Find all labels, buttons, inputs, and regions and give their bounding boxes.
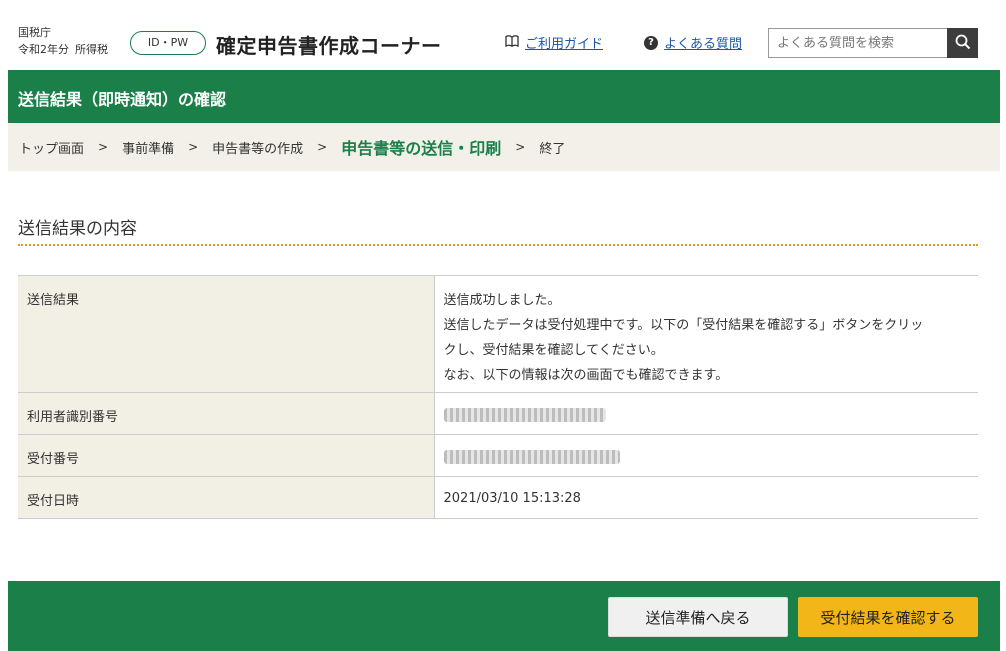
breadcrumb-step-finish: 終了 xyxy=(539,141,566,157)
confirm-receipt-button[interactable]: 受付結果を確認する xyxy=(798,597,978,637)
agency-info: 国税庁 令和2年分 所得税 xyxy=(18,24,114,58)
row-label-user-id: 利用者識別番号 xyxy=(18,392,435,435)
table-row: 利用者識別番号 xyxy=(18,392,978,435)
faq-link-label: よくある質問 xyxy=(664,37,743,52)
faq-link[interactable]: ? よくある質問 xyxy=(644,33,742,52)
chevron-right-icon: > xyxy=(515,140,526,154)
agency-name: 国税庁 xyxy=(18,26,51,39)
site-header: 国税庁 令和2年分 所得税 ID・PW 確定申告書作成コーナー ご利用ガイド ? … xyxy=(0,0,1006,70)
chevron-right-icon: > xyxy=(188,140,199,154)
auth-method-badge: ID・PW xyxy=(130,31,206,55)
user-id-value xyxy=(434,392,978,435)
section-title: 送信結果の内容 xyxy=(18,219,137,239)
row-label-receipt-number: 受付番号 xyxy=(18,434,435,477)
chevron-right-icon: > xyxy=(98,140,109,154)
receipt-datetime-value: 2021/03/10 15:13:28 xyxy=(434,476,978,519)
table-row: 受付日時 2021/03/10 15:13:28 xyxy=(18,476,978,519)
back-to-send-prep-button[interactable]: 送信準備へ戻る xyxy=(608,597,788,637)
send-result-line: クし、受付結果を確認してください。 xyxy=(443,343,664,358)
send-result-line: 送信成功しました。 xyxy=(443,293,561,308)
masked-value xyxy=(443,407,606,422)
search-button[interactable] xyxy=(947,28,978,58)
send-result-line: 送信したデータは受付処理中です。以下の「受付結果を確認する」ボタンをクリッ xyxy=(443,318,924,333)
guide-link-label: ご利用ガイド xyxy=(525,37,604,52)
send-result-message: 送信成功しました。 送信したデータは受付処理中です。以下の「受付結果を確認する」… xyxy=(434,275,978,393)
masked-value xyxy=(443,449,620,464)
app-title: 確定申告書作成コーナー xyxy=(216,34,442,58)
tax-year: 令和2年分 xyxy=(18,43,69,56)
breadcrumb-step-preparation: 事前準備 xyxy=(122,141,175,157)
page-title-bar: 送信結果（即時通知）の確認 xyxy=(8,70,1000,123)
breadcrumb-step-create: 申告書等の作成 xyxy=(212,141,304,157)
book-icon xyxy=(505,34,519,51)
breadcrumb-step-send-print: 申告書等の送信・印刷 xyxy=(341,139,502,158)
breadcrumb-step-top: トップ画面 xyxy=(19,141,85,157)
section-divider xyxy=(18,244,978,246)
send-result-line: なお、以下の情報は次の画面でも確認できます。 xyxy=(443,368,729,383)
breadcrumb: トップ画面 > 事前準備 > 申告書等の作成 > 申告書等の送信・印刷 > 終了 xyxy=(8,123,1000,171)
receipt-number-value xyxy=(434,434,978,477)
row-label-send-result: 送信結果 xyxy=(18,275,435,393)
tax-type: 所得税 xyxy=(75,43,108,56)
page-title: 送信結果（即時通知）の確認 xyxy=(18,90,227,109)
result-table: 送信結果 送信成功しました。 送信したデータは受付処理中です。以下の「受付結果を… xyxy=(18,275,978,519)
table-row: 送信結果 送信成功しました。 送信したデータは受付処理中です。以下の「受付結果を… xyxy=(18,275,978,393)
chevron-right-icon: > xyxy=(317,140,328,154)
table-row: 受付番号 xyxy=(18,434,978,477)
question-circle-icon: ? xyxy=(644,35,658,50)
faq-search-input[interactable] xyxy=(768,28,948,58)
guide-link[interactable]: ご利用ガイド xyxy=(505,33,603,52)
search-icon xyxy=(955,34,971,53)
row-label-receipt-datetime: 受付日時 xyxy=(18,476,435,519)
